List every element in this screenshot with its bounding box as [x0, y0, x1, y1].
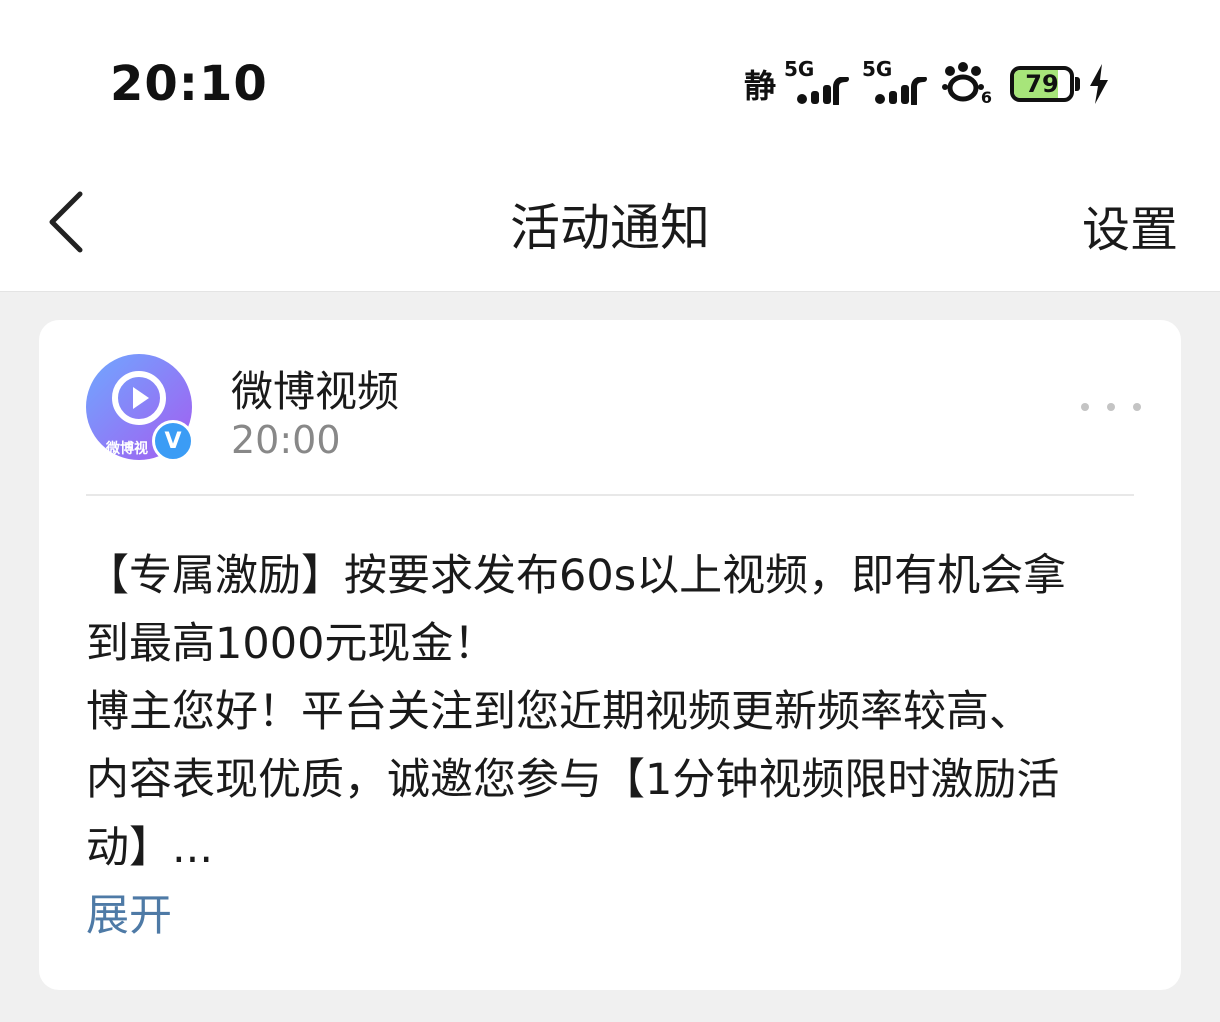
settings-button[interactable]: 设置	[1082, 190, 1178, 260]
verified-badge: V	[152, 420, 194, 462]
battery-icon: 79	[1010, 66, 1080, 102]
sender-name: 微博视频	[231, 367, 400, 416]
divider	[86, 494, 1134, 496]
nav-bar: 活动通知 设置	[0, 160, 1220, 292]
more-options-button[interactable]	[1081, 392, 1141, 422]
more-dot-icon	[1107, 403, 1115, 411]
signal-5g-icon: 5G	[784, 57, 854, 107]
expand-link[interactable]: 展开	[86, 882, 172, 950]
more-dot-icon	[1081, 403, 1089, 411]
message-line: 到最高1000元现金！	[86, 619, 497, 669]
avatar-brand-text: 微博视	[106, 441, 148, 457]
status-time: 20:10	[110, 56, 268, 112]
notification-card: 微博视 V 微博视频 20:00 【专属激励】按要求发布60s以上视频，即有机会…	[39, 320, 1181, 990]
verified-mark: V	[164, 428, 182, 454]
message-line: 内容表现优质，诚邀您参与【1分钟视频限时激励活	[86, 755, 1060, 805]
message-body: 【专属激励】按要求发布60s以上视频，即有机会拿 到最高1000元现金！ 博主您…	[86, 542, 1146, 882]
charging-icon	[1090, 64, 1108, 104]
status-bar: 20:10 静 5G 5G 6 79	[0, 0, 1220, 160]
message-line: 博主您好！平台关注到您近期视频更新频率较高、	[86, 687, 1032, 737]
signal-5g-icon-2: 5G	[862, 57, 932, 107]
status-icons: 静 5G 5G 6 79	[743, 57, 1110, 110]
message-line: 动】...	[86, 823, 214, 873]
more-dot-icon	[1133, 403, 1141, 411]
page-title: 活动通知	[510, 199, 710, 257]
battery-level: 79	[1025, 70, 1059, 98]
paw-icon: 6	[940, 61, 992, 107]
silent-mode-indicator: 静	[743, 67, 776, 105]
message-line: 【专属激励】按要求发布60s以上视频，即有机会拿	[86, 551, 1067, 601]
message-time: 20:00	[231, 418, 341, 462]
paw-subscript: 6	[980, 88, 992, 107]
avatar[interactable]: 微博视 V	[86, 354, 196, 464]
